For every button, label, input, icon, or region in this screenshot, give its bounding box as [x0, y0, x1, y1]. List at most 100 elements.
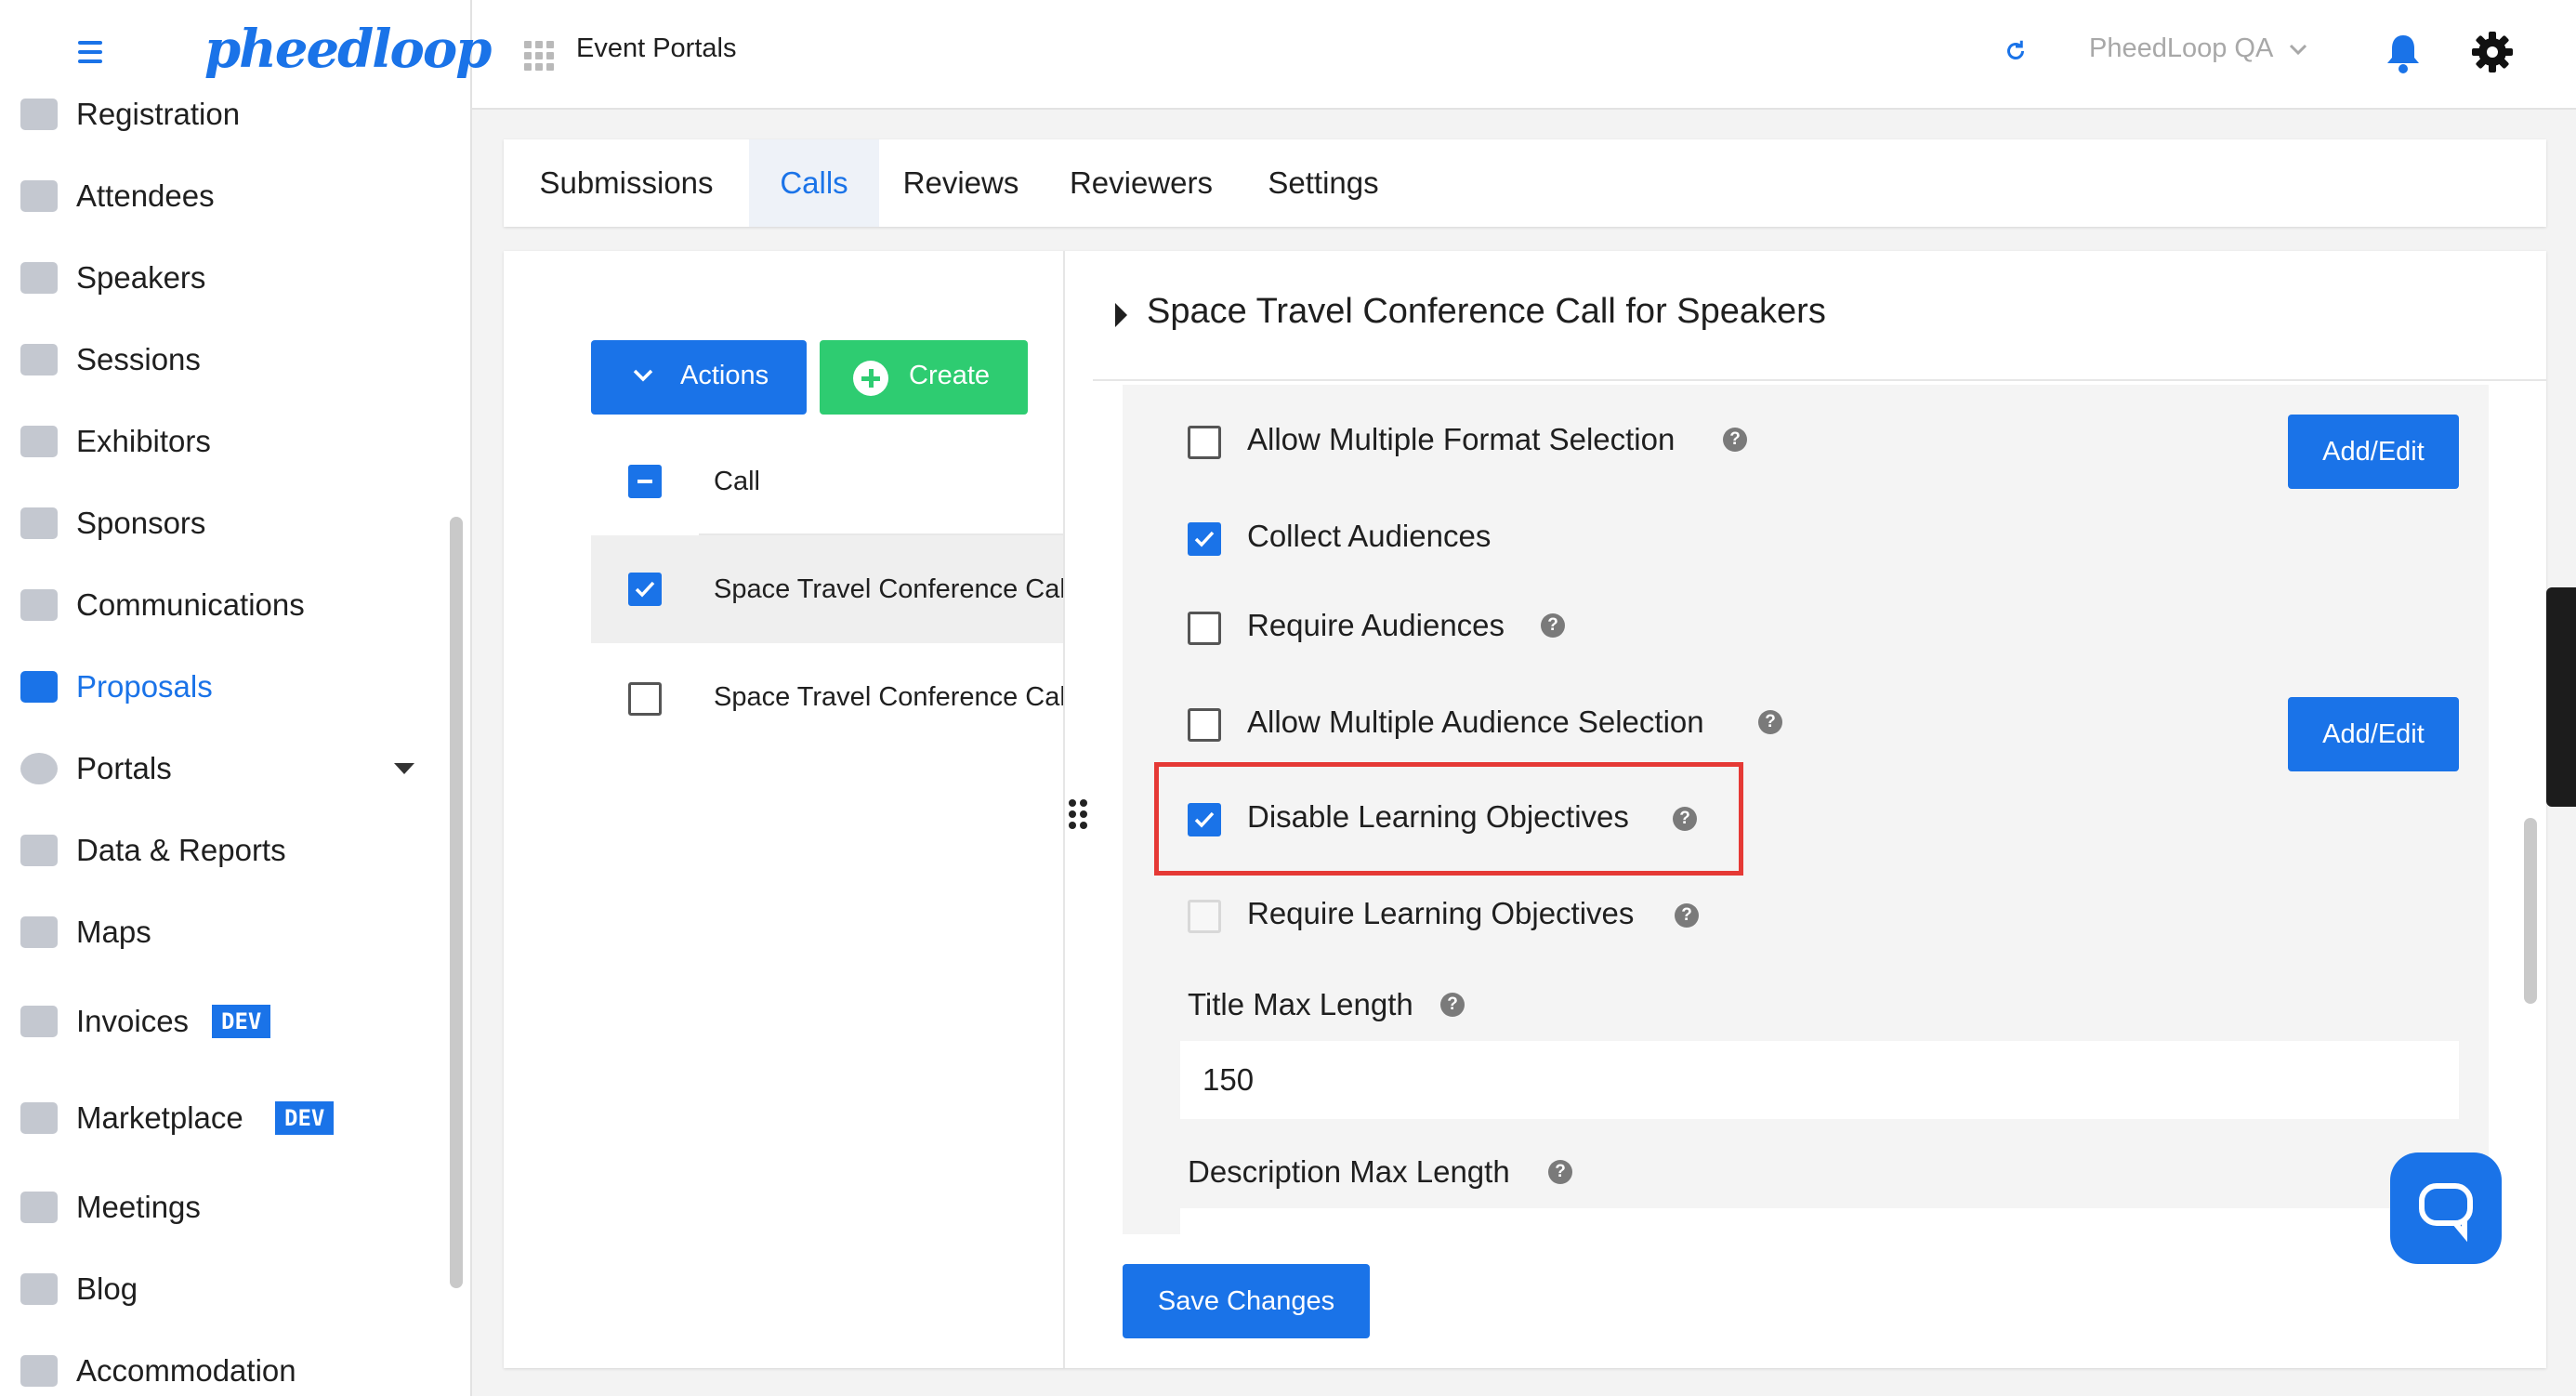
help-icon[interactable]: ?: [1723, 428, 1747, 452]
call-column-header: Call: [714, 467, 760, 496]
add-edit-button[interactable]: Add/Edit: [2288, 697, 2459, 771]
description-max-length-input[interactable]: [1180, 1208, 2459, 1236]
sidebar-item-proposals[interactable]: Proposals: [0, 654, 437, 719]
hamburger-menu-icon[interactable]: [78, 41, 102, 63]
option-label: Allow Multiple Format Selection: [1247, 422, 1676, 456]
tab-settings[interactable]: Settings: [1240, 139, 1407, 227]
title-max-length-input[interactable]: 150: [1180, 1041, 2459, 1119]
help-icon[interactable]: ?: [1440, 993, 1465, 1017]
pheedloop-logo[interactable]: pheedloop: [204, 17, 492, 91]
tab-bar: Submissions Calls Reviews Reviewers Sett…: [504, 139, 2546, 227]
actions-button[interactable]: Actions: [591, 340, 807, 415]
help-icon[interactable]: ?: [1675, 903, 1699, 928]
help-icon[interactable]: ?: [1758, 710, 1782, 734]
sidebar-item-attendees[interactable]: Attendees: [0, 164, 437, 229]
logo-text: pheedloop: [204, 19, 492, 80]
save-changes-button[interactable]: Save Changes: [1123, 1264, 1370, 1338]
create-button[interactable]: Create: [820, 340, 1028, 415]
sidebar-item-label: Speakers: [76, 260, 206, 295]
cart-icon: [20, 1102, 58, 1134]
blog-icon: [20, 1273, 58, 1305]
bed-icon: [20, 1355, 58, 1387]
row-checkbox[interactable]: [628, 682, 662, 716]
create-label: Create: [909, 361, 991, 390]
account-switcher[interactable]: PheedLoop QA: [2089, 33, 2273, 64]
check-icon: [1194, 531, 1215, 547]
sidebar-item-meetings[interactable]: Meetings: [0, 1175, 437, 1240]
help-icon[interactable]: ?: [1673, 807, 1697, 831]
chevron-down-icon[interactable]: [2288, 41, 2308, 58]
require-audiences-checkbox[interactable]: [1188, 612, 1221, 645]
check-icon: [1194, 811, 1215, 828]
chevron-down-icon: [633, 369, 653, 382]
dev-badge: DEV: [275, 1101, 335, 1135]
sidebar-item-label: Registration: [76, 97, 241, 131]
table-row[interactable]: Space Travel Conference Call for Speaker…: [714, 574, 1063, 605]
portal-title[interactable]: Event Portals: [576, 33, 736, 64]
tab-submissions[interactable]: Submissions: [504, 139, 749, 227]
sidebar-item-label: Communications: [76, 587, 305, 622]
collect-audiences-checkbox[interactable]: [1188, 522, 1221, 556]
sidebar-item-portals[interactable]: Portals: [0, 736, 437, 801]
panel-scrollbar[interactable]: [2524, 818, 2537, 1004]
sidebar-item-registration[interactable]: Registration: [0, 82, 437, 147]
sidebar-item-speakers[interactable]: Speakers: [0, 245, 437, 310]
feedback-tab[interactable]: [2546, 587, 2576, 807]
check-icon: [635, 581, 655, 598]
chat-launcher-button[interactable]: [2390, 1152, 2502, 1264]
tab-reviewers[interactable]: Reviewers: [1043, 139, 1240, 227]
sidebar-item-invoices[interactable]: Invoices DEV: [0, 989, 437, 1054]
sidebar-item-label: Blog: [76, 1271, 138, 1306]
row-checkbox[interactable]: [628, 573, 662, 606]
sidebar-item-label: Proposals: [76, 669, 213, 704]
refresh-icon[interactable]: [2002, 37, 2030, 65]
sidebar-item-label: Meetings: [76, 1190, 201, 1224]
sidebar-item-label: Exhibitors: [76, 424, 211, 458]
caret-down-icon[interactable]: [394, 763, 414, 774]
chart-icon: [20, 835, 58, 866]
description-max-length-label: Description Max Length: [1188, 1154, 1510, 1189]
sidebar-item-accommodation[interactable]: Accommodation: [0, 1338, 437, 1396]
map-icon: [20, 916, 58, 948]
sessions-icon: [20, 344, 58, 375]
sidebar-item-maps[interactable]: Maps: [0, 900, 437, 965]
sidebar-item-sessions[interactable]: Sessions: [0, 327, 437, 392]
table-row[interactable]: Space Travel Conference Call for Speaker…: [714, 682, 1063, 713]
sidebar-item-label: Marketplace: [76, 1100, 243, 1135]
drag-handle-icon[interactable]: [1069, 799, 1091, 831]
dev-badge: DEV: [212, 1005, 271, 1038]
gear-icon[interactable]: [2472, 32, 2513, 72]
require-learning-objectives-checkbox: [1188, 900, 1221, 933]
disable-learning-objectives-checkbox[interactable]: [1188, 803, 1221, 836]
add-edit-button[interactable]: Add/Edit: [2288, 415, 2459, 489]
sidebar-item-blog[interactable]: Blog: [0, 1257, 437, 1322]
select-all-checkbox[interactable]: [628, 465, 662, 498]
mail-icon: [20, 589, 58, 621]
sidebar-scrollbar[interactable]: [450, 517, 463, 1288]
document-icon: [20, 671, 58, 703]
help-icon[interactable]: ?: [1548, 1160, 1572, 1184]
sidebar-item-marketplace[interactable]: Marketplace DEV: [0, 1086, 437, 1151]
call-title[interactable]: Space Travel Conference Call for Speaker…: [1147, 292, 1826, 332]
tab-calls[interactable]: Calls: [749, 139, 879, 227]
sidebar-item-label: Maps: [76, 915, 151, 949]
sidebar-item-label: Sessions: [76, 342, 201, 376]
sidebar: Registration Attendees Speakers Sessions…: [0, 97, 472, 1396]
option-label: Require Audiences: [1247, 608, 1505, 642]
bell-icon[interactable]: [2385, 32, 2422, 74]
option-label: Disable Learning Objectives: [1247, 799, 1629, 834]
option-label: Require Learning Objectives: [1247, 896, 1635, 930]
allow-multiple-format-checkbox[interactable]: [1188, 426, 1221, 459]
sidebar-item-data-reports[interactable]: Data & Reports: [0, 818, 437, 883]
sidebar-item-sponsors[interactable]: Sponsors: [0, 491, 437, 556]
option-label: Collect Audiences: [1247, 519, 1492, 553]
apps-grid-icon[interactable]: [524, 41, 554, 71]
calendar-icon: [20, 1192, 58, 1223]
expand-triangle-icon[interactable]: [1115, 303, 1127, 327]
sidebar-item-communications[interactable]: Communications: [0, 573, 437, 638]
sidebar-item-exhibitors[interactable]: Exhibitors: [0, 409, 437, 474]
allow-multiple-audience-checkbox[interactable]: [1188, 708, 1221, 742]
tab-reviews[interactable]: Reviews: [879, 139, 1043, 227]
globe-icon: [20, 753, 58, 784]
help-icon[interactable]: ?: [1541, 613, 1565, 638]
